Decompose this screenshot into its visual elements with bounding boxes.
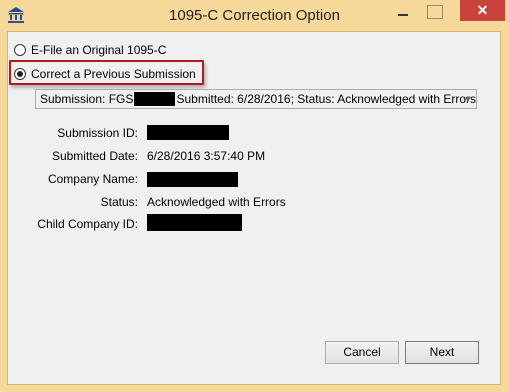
status-value: Acknowledged with Errors <box>147 195 286 209</box>
redacted-block <box>134 92 176 106</box>
efile-original-option[interactable]: E-File an Original 1095-C <box>14 43 166 57</box>
submission-prefix: Submission: FGS <box>40 92 134 106</box>
cancel-button[interactable]: Cancel <box>325 341 399 364</box>
minimize-icon[interactable] <box>394 6 412 20</box>
submitted-date-label: Submitted Date: <box>51 149 138 163</box>
submission-select[interactable]: Submission: FGS Submitted: 6/28/2016; St… <box>35 89 477 109</box>
title-bar[interactable]: 1095-C Correction Option ✕ <box>0 0 509 31</box>
chevron-down-icon[interactable]: ▼ <box>460 90 476 108</box>
submission-suffix: Submitted: 6/28/2016; Status: Acknowledg… <box>176 92 476 106</box>
company-name-redacted <box>147 172 238 187</box>
submission-id-label: Submission ID: <box>57 126 138 140</box>
correct-previous-label: Correct a Previous Submission <box>31 67 196 81</box>
maximize-icon[interactable] <box>427 5 443 19</box>
dialog-body: E-File an Original 1095-C Correct a Prev… <box>7 31 501 385</box>
submission-id-redacted <box>147 125 229 140</box>
submitted-date-value: 6/28/2016 3:57:40 PM <box>147 149 266 163</box>
status-label: Status: <box>100 195 138 209</box>
correct-previous-radio[interactable] <box>14 68 26 80</box>
close-icon[interactable]: ✕ <box>460 0 505 21</box>
child-company-id-redacted <box>147 214 242 231</box>
correct-previous-option[interactable]: Correct a Previous Submission <box>14 67 196 81</box>
company-name-label: Company Name: <box>47 172 138 186</box>
efile-original-label: E-File an Original 1095-C <box>31 43 167 57</box>
next-button[interactable]: Next <box>405 341 479 364</box>
window-frame: 1095-C Correction Option ✕ E-File an Ori… <box>0 0 509 392</box>
child-company-id-label: Child Company ID: <box>37 217 138 231</box>
efile-original-radio[interactable] <box>14 44 26 56</box>
